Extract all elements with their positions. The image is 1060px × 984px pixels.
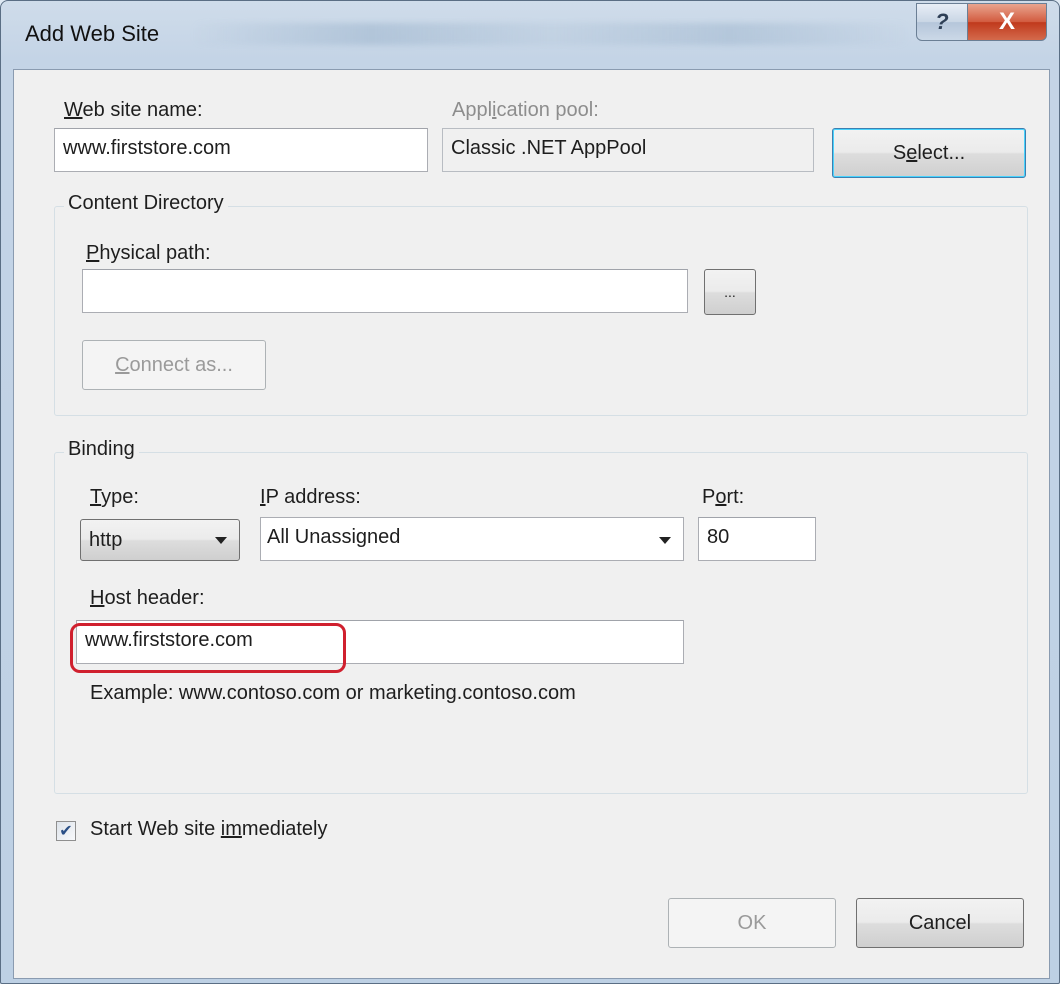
site-name-label: Web site name:	[64, 99, 203, 121]
ip-address-label: IP address:	[260, 486, 361, 508]
port-input[interactable]: 80	[698, 517, 816, 561]
ok-button: OK	[668, 898, 836, 948]
ip-address-dropdown[interactable]: All Unassigned	[260, 517, 684, 561]
start-immediately-checkbox[interactable]: ✔	[56, 821, 76, 841]
dialog-title: Add Web Site	[25, 21, 160, 46]
help-icon: ?	[935, 9, 949, 34]
add-web-site-dialog: Add Web Site ? X Web site name: www.firs…	[0, 0, 1060, 984]
browse-button[interactable]: ...	[704, 269, 756, 315]
cancel-button[interactable]: Cancel	[856, 898, 1024, 948]
title-bar: Add Web Site ? X	[1, 1, 1059, 71]
title-bar-glass	[191, 23, 911, 45]
close-icon: X	[998, 8, 1015, 35]
checkmark-icon: ✔	[59, 823, 73, 840]
dialog-body: Web site name: www.firststore.com Applic…	[13, 69, 1050, 979]
site-name-input[interactable]: www.firststore.com	[54, 128, 428, 172]
type-label: Type:	[90, 486, 139, 508]
host-header-example: Example: www.contoso.com or marketing.co…	[90, 682, 576, 704]
chevron-down-icon	[215, 537, 227, 544]
binding-title: Binding	[64, 438, 139, 461]
select-app-pool-button[interactable]: Se lect...	[832, 128, 1026, 178]
host-header-highlight	[70, 623, 346, 673]
app-pool-field: Classic .NET AppPool	[442, 128, 814, 172]
connect-as-button: Connect as...	[82, 340, 266, 390]
physical-path-label: Physical path:	[86, 242, 211, 264]
ellipsis-icon: ...	[724, 284, 736, 300]
port-label: Port:	[702, 486, 745, 508]
help-button[interactable]: ?	[916, 3, 968, 41]
chevron-down-icon	[659, 537, 671, 544]
ip-address-value: All Unassigned	[267, 526, 401, 548]
physical-path-input[interactable]	[82, 269, 688, 313]
type-value: http	[89, 529, 123, 551]
app-pool-label: Application pool:	[452, 99, 599, 121]
host-header-label: Host header:	[90, 587, 205, 609]
start-immediately-label: Start Web site immediately	[90, 818, 328, 840]
type-dropdown[interactable]: http	[80, 519, 240, 561]
close-button[interactable]: X	[967, 3, 1047, 41]
content-directory-title: Content Directory	[64, 192, 228, 215]
